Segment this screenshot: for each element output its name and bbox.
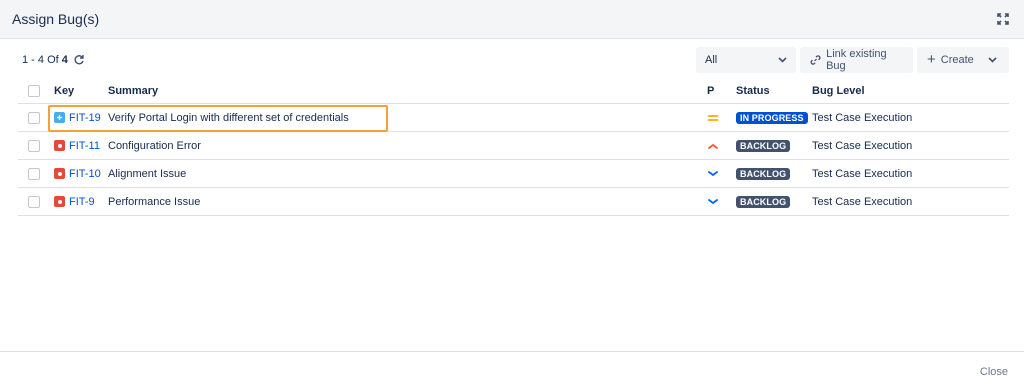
issue-summary[interactable]: Verify Portal Login with different set o… (108, 104, 349, 131)
issue-key: FIT-11 (69, 139, 100, 152)
row-checkbox[interactable] (28, 195, 40, 208)
chevron-down-icon (988, 57, 997, 63)
status-badge: BACKLOG (736, 167, 791, 180)
table-row[interactable]: FIT-11 Configuration Error BACKLOG Test … (18, 132, 1009, 160)
issue-key: FIT-9 (69, 195, 95, 208)
status-badge: IN PROGRESS (736, 111, 808, 124)
filter-select[interactable]: All (696, 47, 796, 73)
issue-key: FIT-19 (69, 111, 101, 124)
plus-icon: + (927, 50, 936, 68)
header-summary[interactable]: Summary (108, 79, 158, 103)
refresh-icon[interactable] (73, 54, 85, 66)
link-existing-bug-button[interactable]: Link existing Bug (800, 47, 913, 73)
bug-level: Test Case Execution (812, 111, 913, 124)
bug-level: Test Case Execution (812, 167, 913, 180)
link-icon (810, 55, 821, 65)
header-bug-level[interactable]: Bug Level (812, 79, 865, 103)
issue-key-link[interactable]: FIT-9 (54, 196, 95, 208)
dialog-footer: Close (0, 351, 1024, 390)
filter-value: All (705, 54, 718, 66)
status-badge: BACKLOG (736, 139, 791, 152)
select-all-checkbox[interactable] (28, 85, 40, 97)
table-header: Key Summary P Status Bug Level (18, 79, 1009, 104)
expand-button[interactable] (994, 10, 1012, 28)
issue-key-link[interactable]: FIT-11 (54, 140, 100, 152)
link-label: Link existing Bug (826, 48, 887, 72)
bug-icon (54, 168, 65, 179)
priority-high-icon (707, 132, 719, 159)
bug-level: Test Case Execution (812, 195, 913, 208)
expand-icon (997, 13, 1009, 25)
bug-icon (54, 196, 65, 207)
table-row[interactable]: FIT-9 Performance Issue BACKLOG Test Cas… (18, 188, 1009, 216)
dialog-title: Assign Bug(s) (12, 11, 100, 27)
result-count: 1 - 4 Of 4 (22, 54, 85, 66)
issue-summary[interactable]: Configuration Error (108, 132, 201, 159)
issue-summary[interactable]: Performance Issue (108, 188, 200, 215)
issue-key-link[interactable]: FIT-10 (54, 168, 101, 180)
count-prefix: 1 - 4 Of (22, 54, 59, 66)
row-checkbox[interactable] (28, 111, 40, 124)
count-total: 4 (61, 54, 68, 66)
row-checkbox[interactable] (28, 167, 40, 180)
create-label: Create (940, 54, 974, 66)
header-key[interactable]: Key (54, 79, 74, 103)
priority-low-icon (707, 188, 719, 215)
issue-key-link[interactable]: FIT-19 (54, 112, 101, 124)
issue-key: FIT-10 (69, 167, 101, 180)
bug-level: Test Case Execution (812, 139, 913, 152)
header-priority[interactable]: P (707, 79, 714, 103)
table-row[interactable]: FIT-19 Verify Portal Login with differen… (18, 104, 1009, 132)
close-button[interactable]: Close (980, 366, 1008, 378)
priority-medium-icon (707, 104, 719, 131)
row-checkbox[interactable] (28, 139, 40, 152)
dialog-header: Assign Bug(s) (0, 0, 1024, 39)
bug-icon (54, 140, 65, 151)
chevron-down-icon (778, 57, 787, 63)
issue-summary[interactable]: Alignment Issue (108, 160, 186, 187)
status-badge: BACKLOG (736, 195, 791, 208)
table-row[interactable]: FIT-10 Alignment Issue BACKLOG Test Case… (18, 160, 1009, 188)
create-button[interactable]: + Create (917, 47, 1009, 73)
bug-table: Key Summary P Status Bug Level FIT-19 Ve… (18, 79, 1009, 216)
task-icon (54, 112, 65, 123)
header-status[interactable]: Status (736, 79, 770, 103)
priority-low-icon (707, 160, 719, 187)
